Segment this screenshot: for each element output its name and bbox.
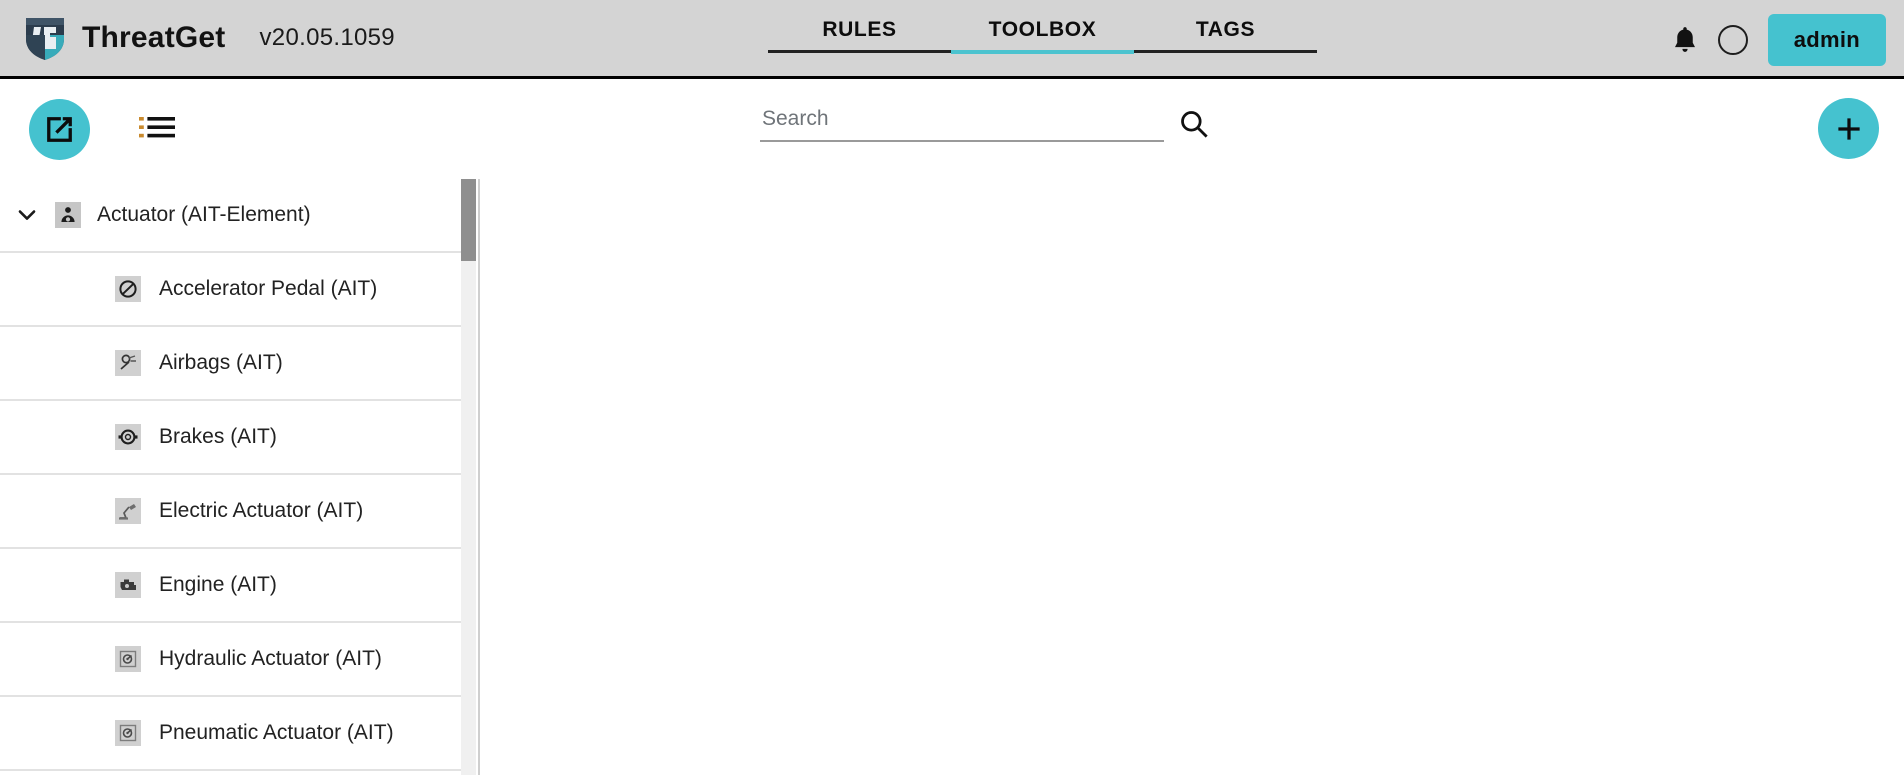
element-tree: Actuator (AIT-Element) Accelerator Pedal… [0,179,463,771]
hydraulic-actuator-icon [115,646,141,672]
notification-bell-icon[interactable] [1672,26,1698,54]
search-container [760,107,1210,142]
tree-label-actuator-root: Actuator (AIT-Element) [97,203,311,226]
chevron-down-icon[interactable] [14,202,40,228]
tab-tags[interactable]: TAGS [1134,18,1317,63]
sidebar-scrollbar-track[interactable] [461,179,476,775]
header-actions: admin [1672,0,1886,79]
search-magnifier-icon[interactable] [1178,108,1210,140]
tab-tags-label: TAGS [1195,18,1256,41]
main-nav-tabs: RULES TOOLBOX TAGS [768,18,1317,63]
toolbar [0,79,1904,179]
toolbox-sidebar: Actuator (AIT-Element) Accelerator Pedal… [0,179,480,775]
electric-actuator-icon [115,498,141,524]
tree-row-accelerator-pedal[interactable]: Accelerator Pedal (AIT) [0,253,463,327]
plus-add-icon [1837,117,1860,140]
app-version: v20.05.1059 [259,24,395,51]
tree-label-electric-actuator: Electric Actuator (AIT) [159,499,364,522]
tree-label-engine: Engine (AIT) [159,573,277,596]
export-button[interactable] [29,98,90,160]
tab-rules[interactable]: RULES [768,18,951,63]
brand: ThreatGet v20.05.1059 [0,15,395,61]
tree-label-accelerator-pedal: Accelerator Pedal (AIT) [159,277,378,300]
tree-label-airbags: Airbags (AIT) [159,351,283,374]
engine-icon [115,572,141,598]
app-header: ThreatGet v20.05.1059 RULES TOOLBOX TAGS… [0,0,1904,79]
tree-row-engine[interactable]: Engine (AIT) [0,549,463,623]
pneumatic-actuator-icon [115,720,141,746]
tab-tags-underline [1134,50,1317,53]
threatget-shield-logo-icon [26,18,64,60]
avatar[interactable] [1717,24,1748,55]
tree-row-airbags[interactable]: Airbags (AIT) [0,327,463,401]
tree-row-brakes[interactable]: Brakes (AIT) [0,401,463,475]
brand-name: ThreatGet [82,21,226,54]
content-area: Actuator (AIT-Element) Accelerator Pedal… [0,179,1904,775]
tab-toolbox[interactable]: TOOLBOX [951,18,1134,63]
tab-toolbox-label: TOOLBOX [988,18,1097,41]
add-button[interactable] [1818,98,1879,159]
tree-label-brakes: Brakes (AIT) [159,425,277,448]
tab-rules-label: RULES [822,18,897,41]
sidebar-scrollbar-thumb[interactable] [461,179,476,261]
list-view-icon [139,117,175,138]
tree-row-electric-actuator[interactable]: Electric Actuator (AIT) [0,475,463,549]
tab-rules-underline [768,50,951,53]
tree-row-actuator-root[interactable]: Actuator (AIT-Element) [0,179,463,253]
list-view-button[interactable] [138,112,176,146]
diagram-canvas[interactable] [480,179,1904,775]
accelerator-pedal-icon [115,276,141,302]
search-input[interactable] [760,107,1164,142]
external-link-export-icon [47,116,72,142]
actuator-element-icon [55,202,81,228]
tree-row-pneumatic-actuator[interactable]: Pneumatic Actuator (AIT) [0,697,463,771]
airbags-icon [115,350,141,376]
tree-row-hydraulic-actuator[interactable]: Hydraulic Actuator (AIT) [0,623,463,697]
tab-toolbox-underline [951,50,1134,54]
tree-label-pneumatic-actuator: Pneumatic Actuator (AIT) [159,721,394,744]
admin-button[interactable]: admin [1767,13,1886,66]
brakes-icon [115,424,141,450]
tree-label-hydraulic-actuator: Hydraulic Actuator (AIT) [159,647,382,670]
